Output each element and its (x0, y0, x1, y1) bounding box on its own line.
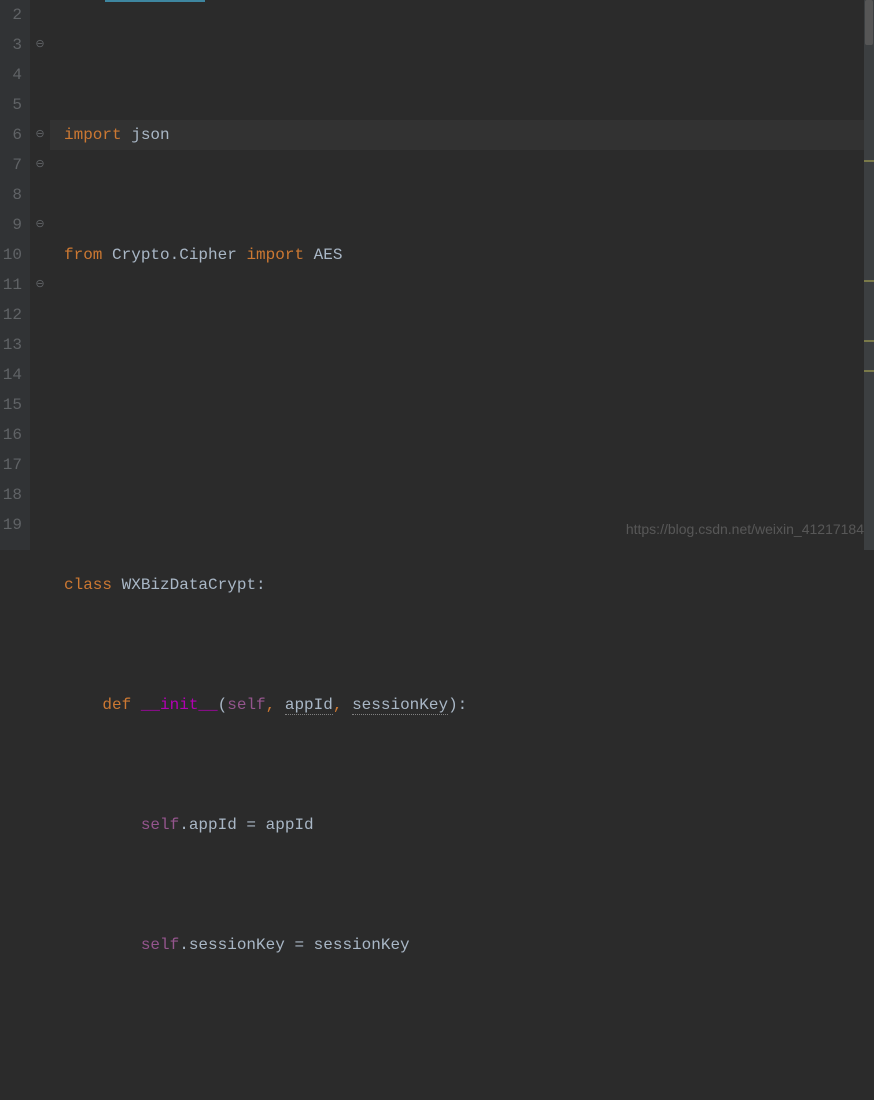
line-number: 4 (0, 60, 22, 90)
line-number: 17 (0, 450, 22, 480)
fold-icon[interactable] (30, 450, 50, 480)
indent (64, 696, 102, 714)
code-line[interactable] (64, 360, 874, 390)
code-text: WXBizDataCrypt: (112, 576, 266, 594)
warning-marker[interactable] (864, 370, 874, 372)
fold-icon[interactable]: ⊖ (30, 30, 50, 60)
fold-icon[interactable] (30, 0, 50, 30)
warning-marker[interactable] (864, 280, 874, 282)
code-line[interactable] (64, 450, 874, 480)
code-area[interactable]: import json from Crypto.Cipher import AE… (50, 0, 874, 550)
active-line-highlight (50, 120, 874, 150)
line-number: 11 (0, 270, 22, 300)
code-line[interactable]: class WXBizDataCrypt: (64, 570, 874, 600)
fold-icon[interactable]: ⊖ (30, 120, 50, 150)
keyword: class (64, 576, 112, 594)
fold-icon[interactable] (30, 330, 50, 360)
code-text: .sessionKey = sessionKey (179, 936, 409, 954)
line-number: 8 (0, 180, 22, 210)
line-number: 19 (0, 510, 22, 540)
fold-icon[interactable] (30, 240, 50, 270)
fold-gutter: ⊖ ⊖ ⊖ ⊖ ⊖ (30, 0, 50, 550)
code-line[interactable]: from Crypto.Cipher import AES (64, 240, 874, 270)
fold-icon[interactable] (30, 420, 50, 450)
line-number: 9 (0, 210, 22, 240)
line-number: 16 (0, 420, 22, 450)
line-number: 3 (0, 30, 22, 60)
code-line[interactable]: self.appId = appId (64, 810, 874, 840)
self-param: self (227, 696, 265, 714)
keyword: def (102, 696, 140, 714)
line-number: 15 (0, 390, 22, 420)
param: appId (285, 696, 333, 715)
line-number: 6 (0, 120, 22, 150)
fold-icon[interactable] (30, 90, 50, 120)
line-number-gutter: 2 3 4 5 6 7 8 9 10 11 12 13 14 15 16 17 … (0, 0, 30, 550)
warning-marker[interactable] (864, 340, 874, 342)
watermark-text: https://blog.csdn.net/weixin_41217184 (626, 514, 864, 544)
fold-icon[interactable]: ⊖ (30, 210, 50, 240)
keyword: from (64, 246, 102, 264)
code-text: json (122, 126, 170, 144)
fold-icon[interactable] (30, 180, 50, 210)
warning-marker[interactable] (864, 160, 874, 162)
line-number: 2 (0, 0, 22, 30)
fold-icon[interactable]: ⊖ (30, 270, 50, 300)
code-text: Crypto.Cipher (102, 246, 246, 264)
code-text: AES (304, 246, 342, 264)
line-number: 12 (0, 300, 22, 330)
code-text: .appId = appId (179, 816, 313, 834)
code-editor[interactable]: 2 3 4 5 6 7 8 9 10 11 12 13 14 15 16 17 … (0, 0, 874, 550)
keyword: import (246, 246, 304, 264)
line-number: 5 (0, 90, 22, 120)
fold-icon[interactable] (30, 300, 50, 330)
paren: ( (218, 696, 228, 714)
fold-icon[interactable] (30, 390, 50, 420)
fold-icon[interactable] (30, 480, 50, 510)
fold-icon[interactable]: ⊖ (30, 150, 50, 180)
code-line[interactable] (64, 1050, 874, 1080)
self-param: self (141, 936, 179, 954)
keyword: import (64, 126, 122, 144)
comma: , (266, 696, 285, 714)
vertical-scrollbar[interactable] (864, 0, 874, 550)
self-param: self (141, 816, 179, 834)
tail: ): (448, 696, 467, 714)
fold-icon[interactable] (30, 510, 50, 540)
comma: , (333, 696, 352, 714)
fold-icon[interactable] (30, 60, 50, 90)
code-line[interactable]: self.sessionKey = sessionKey (64, 930, 874, 960)
magic-method: __init__ (141, 696, 218, 714)
param: sessionKey (352, 696, 448, 715)
indent (64, 936, 141, 954)
fold-icon[interactable] (30, 360, 50, 390)
indent (64, 816, 141, 834)
line-number: 10 (0, 240, 22, 270)
code-line[interactable]: def __init__(self, appId, sessionKey): (64, 690, 874, 720)
line-number: 14 (0, 360, 22, 390)
line-number: 13 (0, 330, 22, 360)
line-number: 18 (0, 480, 22, 510)
line-number: 7 (0, 150, 22, 180)
scrollbar-thumb[interactable] (865, 0, 873, 45)
